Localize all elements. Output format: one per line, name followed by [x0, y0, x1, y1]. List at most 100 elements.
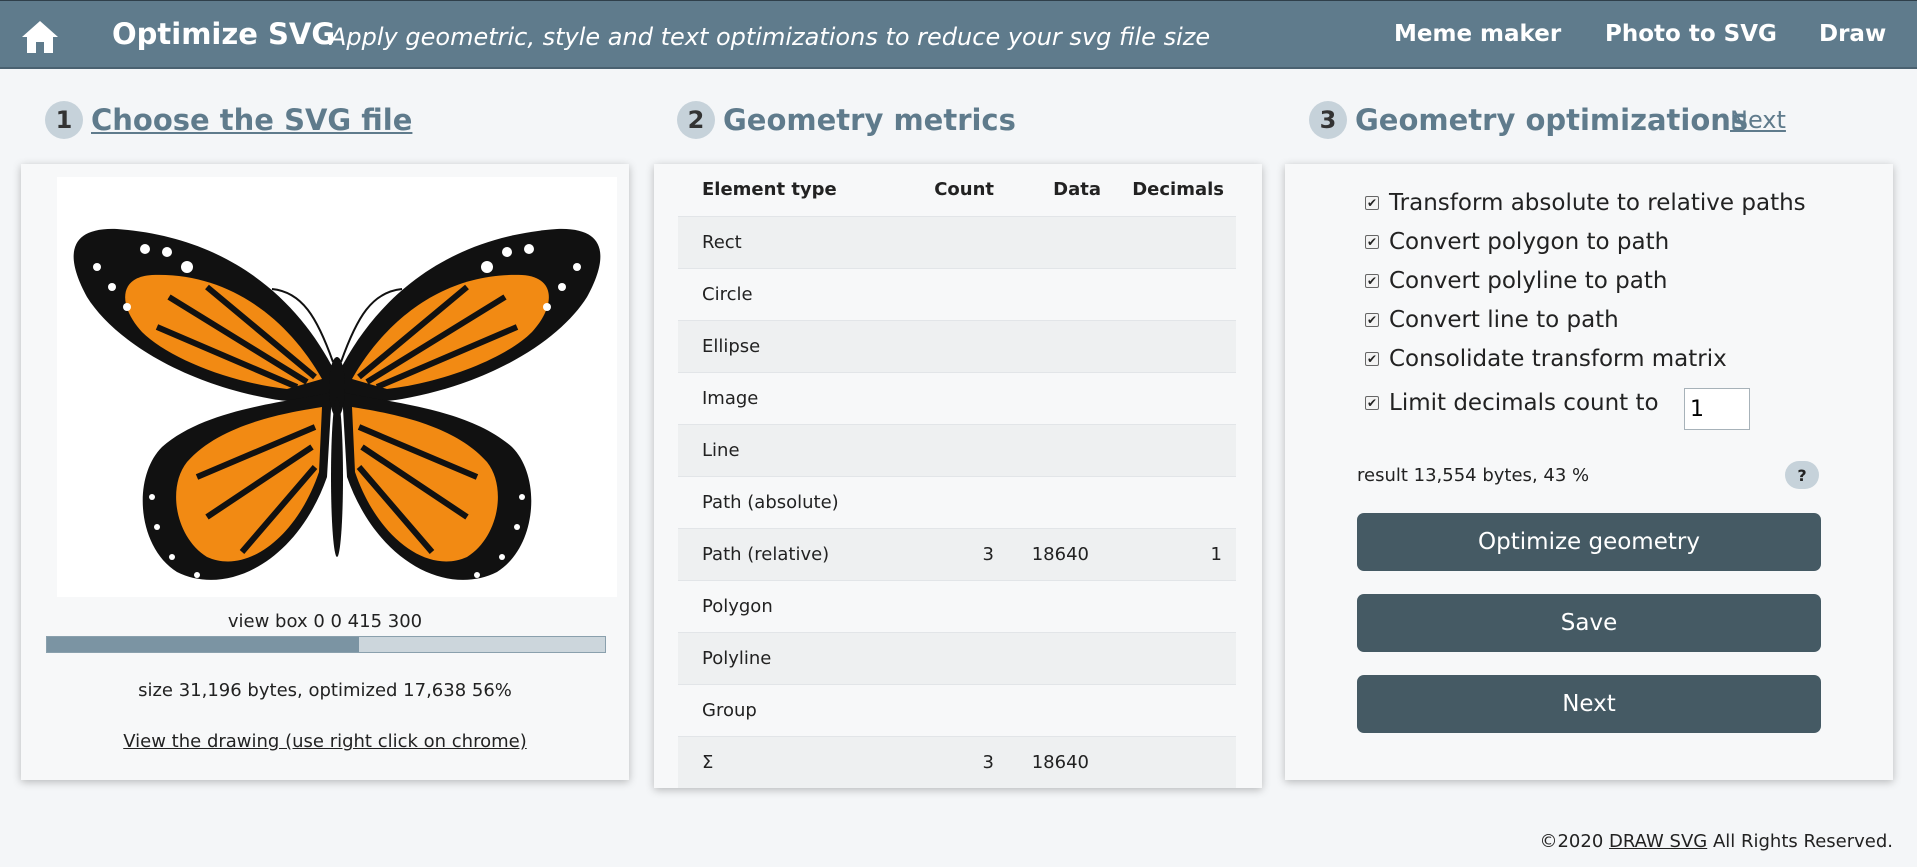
cell-decimals: [1111, 267, 1236, 320]
cell-count: [896, 319, 1006, 372]
metrics-panel: Element type Count Data Decimals Rect Cir…: [654, 164, 1262, 788]
option-checkbox[interactable]: ✔: [1365, 352, 1379, 366]
step-2-heading: 2 Geometry metrics: [677, 98, 1016, 142]
cell-count: [896, 683, 1006, 736]
cell-element-type: Path (relative): [678, 527, 896, 580]
optimize-geometry-button[interactable]: Optimize geometry: [1357, 513, 1821, 571]
cell-count: [896, 267, 1006, 320]
cell-count: [896, 579, 1006, 632]
nav-draw[interactable]: Draw: [1819, 21, 1886, 47]
table-row: Image: [678, 371, 1236, 424]
footer: ©2020 DRAW SVG All Rights Reserved.: [1539, 831, 1893, 852]
cell-element-type: Polyline: [678, 631, 896, 684]
cell-decimals: [1111, 215, 1236, 268]
size-summary: size 31,196 bytes, optimized 17,638 56%: [138, 680, 512, 701]
option-row: ✔ Limit decimals count to: [1365, 390, 1659, 416]
footer-draw-svg-link[interactable]: DRAW SVG: [1609, 831, 1707, 852]
cell-element-type: Polygon: [678, 579, 896, 632]
cell-data: 18640: [1006, 527, 1111, 580]
cell-data: [1006, 631, 1111, 684]
cell-count: 3: [896, 735, 1006, 788]
cell-count: [896, 423, 1006, 476]
cell-element-type: Ellipse: [678, 319, 896, 372]
cell-data: [1006, 579, 1111, 632]
column-header-count: Count: [934, 179, 994, 201]
cell-decimals: [1111, 423, 1236, 476]
decimals-count-input[interactable]: [1684, 388, 1750, 430]
table-row: Circle: [678, 267, 1236, 320]
table-row: Line: [678, 423, 1236, 476]
app-title[interactable]: Optimize SVG: [112, 17, 335, 51]
cell-element-type: Group: [678, 683, 896, 736]
help-icon[interactable]: ?: [1785, 461, 1819, 489]
column-header-decimals: Decimals: [1132, 179, 1224, 201]
cell-decimals: 1: [1111, 527, 1236, 580]
table-row: Polyline: [678, 631, 1236, 684]
step-number: 1: [45, 101, 83, 139]
option-checkbox[interactable]: ✔: [1365, 396, 1379, 410]
cell-count: 3: [896, 527, 1006, 580]
step-title: Geometry optimizations: [1355, 103, 1749, 137]
progress-fill: [47, 637, 360, 652]
nav-meme-maker[interactable]: Meme maker: [1394, 21, 1561, 47]
butterfly-image: [73, 228, 601, 580]
step-number: 2: [677, 101, 715, 139]
cell-data: [1006, 423, 1111, 476]
option-row: ✔ Transform absolute to relative paths: [1365, 190, 1806, 216]
svg-preview: [57, 177, 617, 597]
option-checkbox[interactable]: ✔: [1365, 235, 1379, 249]
cell-count: [896, 475, 1006, 528]
cell-element-type: Line: [678, 423, 896, 476]
option-row: ✔ Consolidate transform matrix: [1365, 346, 1727, 372]
option-label: Limit decimals count to: [1389, 390, 1659, 416]
table-row: Group: [678, 683, 1236, 736]
cell-data: [1006, 683, 1111, 736]
cell-element-type: Image: [678, 371, 896, 424]
cell-count: [896, 371, 1006, 424]
step-1-heading: 1 Choose the SVG file: [45, 98, 412, 142]
footer-rights: All Rights Reserved.: [1712, 831, 1893, 852]
option-checkbox[interactable]: ✔: [1365, 274, 1379, 288]
option-row: ✔ Convert line to path: [1365, 307, 1619, 333]
table-row: Path (relative) 3 18640 1: [678, 527, 1236, 580]
cell-element-type: Rect: [678, 215, 896, 268]
option-label: Convert polygon to path: [1389, 229, 1670, 255]
optimization-result: result 13,554 bytes, 43 %: [1357, 465, 1590, 486]
cell-decimals: [1111, 319, 1236, 372]
cell-data: [1006, 215, 1111, 268]
option-row: ✔ Convert polygon to path: [1365, 229, 1669, 255]
cell-data: [1006, 475, 1111, 528]
file-panel: view box 0 0 415 300 size 31,196 bytes, …: [21, 164, 629, 780]
next-button[interactable]: Next: [1357, 675, 1821, 733]
next-step-link[interactable]: Next: [1730, 106, 1786, 134]
cell-decimals: [1111, 631, 1236, 684]
cell-element-type: Path (absolute): [678, 475, 896, 528]
app-tagline: Apply geometric, style and text optimiza…: [330, 23, 1211, 51]
view-drawing-link[interactable]: View the drawing (use right click on chr…: [21, 731, 629, 752]
table-row: Ellipse: [678, 319, 1236, 372]
option-checkbox[interactable]: ✔: [1365, 313, 1379, 327]
option-checkbox[interactable]: ✔: [1365, 196, 1379, 210]
option-row: ✔ Convert polyline to path: [1365, 268, 1667, 294]
cell-data: [1006, 371, 1111, 424]
cell-decimals: [1111, 371, 1236, 424]
cell-data: [1006, 267, 1111, 320]
option-label: Consolidate transform matrix: [1389, 346, 1727, 372]
footer-copyright: ©2020: [1539, 831, 1604, 852]
top-bar: Optimize SVG Apply geometric, style and …: [0, 0, 1917, 69]
option-label: Transform absolute to relative paths: [1389, 190, 1806, 216]
option-label: Convert line to path: [1389, 307, 1619, 333]
cell-decimals: [1111, 579, 1236, 632]
choose-svg-file-link[interactable]: Choose the SVG file: [91, 103, 412, 137]
home-icon[interactable]: [20, 19, 60, 55]
cell-count: [896, 631, 1006, 684]
save-button[interactable]: Save: [1357, 594, 1821, 652]
table-row: Rect: [678, 215, 1236, 268]
optimizations-panel: ✔ Transform absolute to relative paths ✔ Co…: [1285, 164, 1893, 780]
cell-decimals: [1111, 735, 1236, 788]
step-title: Geometry metrics: [723, 103, 1016, 137]
table-row: Σ 3 18640: [678, 735, 1236, 788]
step-number: 3: [1309, 101, 1347, 139]
nav-photo-to-svg[interactable]: Photo to SVG: [1605, 21, 1777, 47]
cell-count: [896, 215, 1006, 268]
